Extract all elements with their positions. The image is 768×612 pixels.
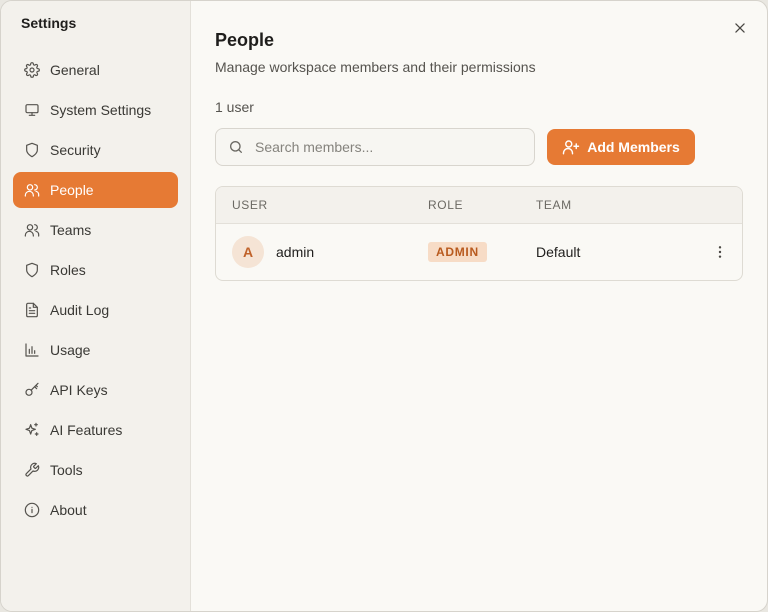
main-panel: People Manage workspace members and thei… [191,1,767,611]
document-icon [24,302,40,318]
add-members-label: Add Members [587,139,680,155]
sidebar-item-label: API Keys [50,382,108,398]
sidebar-item-roles[interactable]: Roles [13,252,178,288]
table-row[interactable]: A admin ADMIN Default [216,224,742,280]
search-input[interactable] [253,138,507,156]
bar-chart-icon [24,342,40,358]
table-header: USER ROLE TEAM [216,187,742,224]
column-header-team: TEAM [536,198,572,212]
sidebar-item-label: Tools [50,462,83,478]
sidebar-item-label: AI Features [50,422,123,438]
sidebar-item-label: People [50,182,94,198]
page-title: People [215,30,275,50]
sidebar-item-system-settings[interactable]: System Settings [13,92,178,128]
column-header-user: USER [232,198,268,212]
settings-window: Settings General System Settings Securit… [0,0,768,612]
role-badge: ADMIN [428,242,487,262]
sidebar-item-label: Security [50,142,101,158]
sidebar-item-label: General [50,62,100,78]
key-icon [24,382,40,398]
user-name: admin [276,244,315,260]
toolbar: Add Members [215,128,743,166]
sidebar-item-label: Roles [50,262,86,278]
sidebar-nav: General System Settings Security People [13,52,178,528]
sidebar-item-security[interactable]: Security [13,132,178,168]
close-button[interactable] [729,17,751,39]
sidebar-title: Settings [21,15,77,31]
team-cell: Default [536,244,581,260]
wrench-icon [24,462,40,478]
user-plus-icon [562,138,580,156]
sidebar: Settings General System Settings Securit… [1,1,191,611]
user-count: 1 user [215,99,254,115]
shield-icon [24,262,40,278]
sidebar-item-general[interactable]: General [13,52,178,88]
search-box[interactable] [215,128,535,166]
sidebar-item-about[interactable]: About [13,492,178,528]
monitor-icon [24,102,40,118]
sidebar-item-people[interactable]: People [13,172,178,208]
gear-icon [24,62,40,78]
close-icon [733,21,747,35]
sidebar-item-label: System Settings [50,102,152,118]
sidebar-item-label: About [50,502,87,518]
sidebar-item-tools[interactable]: Tools [13,452,178,488]
shield-icon [24,142,40,158]
sidebar-item-label: Teams [50,222,92,238]
users-icon [24,182,40,198]
more-vertical-icon [712,244,728,260]
search-icon [228,139,244,155]
sidebar-item-ai-features[interactable]: AI Features [13,412,178,448]
sidebar-item-label: Usage [50,342,91,358]
column-header-role: ROLE [428,198,464,212]
sidebar-item-api-keys[interactable]: API Keys [13,372,178,408]
sidebar-item-teams[interactable]: Teams [13,212,178,248]
sidebar-item-audit-log[interactable]: Audit Log [13,292,178,328]
user-cell: A admin [216,236,428,268]
actions-cell [698,242,742,262]
info-icon [24,502,40,518]
sparkle-icon [24,422,40,438]
sidebar-item-label: Audit Log [50,302,110,318]
avatar: A [232,236,264,268]
members-table: USER ROLE TEAM A admin ADMIN Default [215,186,743,281]
add-members-button[interactable]: Add Members [547,129,695,165]
sidebar-item-usage[interactable]: Usage [13,332,178,368]
page-subtitle: Manage workspace members and their permi… [215,59,536,75]
users-icon [24,222,40,238]
row-actions-button[interactable] [710,242,730,262]
role-cell: ADMIN [428,242,536,262]
